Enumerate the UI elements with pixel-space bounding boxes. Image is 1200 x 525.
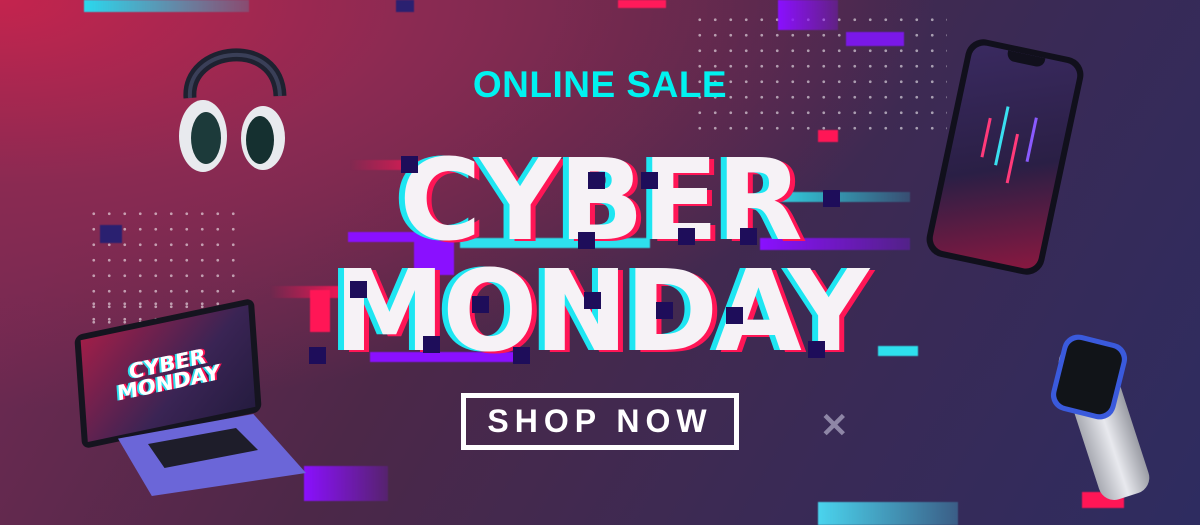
shop-now-button[interactable]: SHOP NOW bbox=[461, 393, 739, 450]
glitch-square bbox=[740, 228, 757, 245]
glitch-square bbox=[641, 172, 658, 189]
glitch-square bbox=[823, 190, 840, 207]
glitch-square bbox=[726, 307, 743, 324]
glitch-bar bbox=[818, 502, 958, 525]
glitch-square bbox=[472, 296, 489, 313]
glitch-square bbox=[309, 347, 326, 364]
glitch-square bbox=[656, 302, 673, 319]
glitch-square bbox=[808, 341, 825, 358]
glitch-square bbox=[588, 172, 605, 189]
glitch-bar bbox=[618, 0, 666, 8]
glitch-square bbox=[350, 281, 367, 298]
glitch-bar bbox=[84, 0, 249, 12]
glitch-square bbox=[584, 292, 601, 309]
glitch-square bbox=[401, 156, 418, 173]
online-sale-label: ONLINE SALE bbox=[472, 64, 728, 105]
glitch-square bbox=[423, 336, 440, 353]
glitch-bar bbox=[846, 32, 904, 46]
glitch-square bbox=[678, 228, 695, 245]
glitch-bar bbox=[778, 0, 838, 30]
glitch-square bbox=[578, 232, 595, 249]
cyber-monday-banner: CYBER MONDAY ONLINE SALE CYBER MONDAY SH… bbox=[0, 0, 1200, 525]
headline-monday: MONDAY bbox=[333, 247, 869, 377]
glitch-bar bbox=[396, 0, 414, 12]
glitch-square bbox=[513, 347, 530, 364]
close-x-icon: ✕ bbox=[820, 407, 849, 445]
